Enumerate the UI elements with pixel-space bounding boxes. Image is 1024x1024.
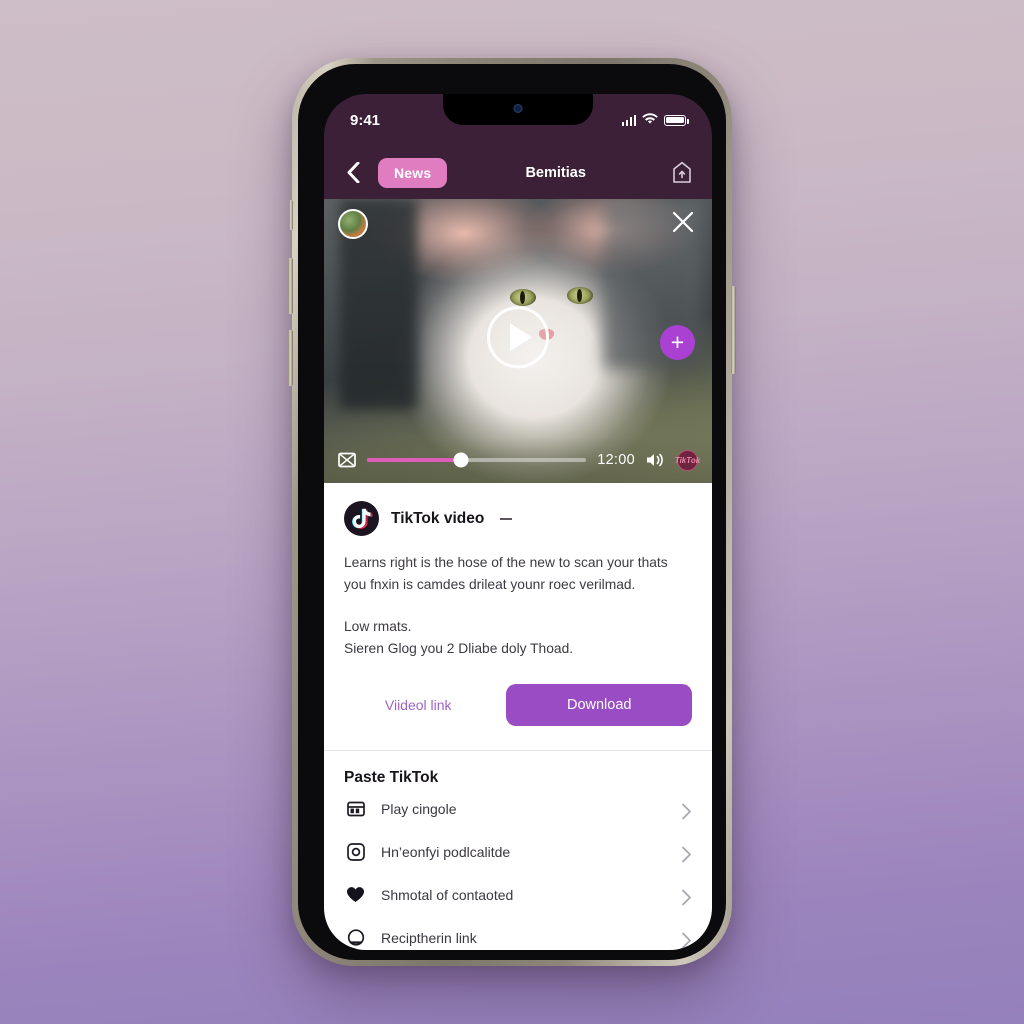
close-icon[interactable] xyxy=(670,209,696,235)
phone-screen: 9:41 News Bemitias + 12:00 TikTok TikTok… xyxy=(324,94,712,950)
silent-switch[interactable] xyxy=(289,200,293,230)
tiktok-header-row: TikTok video xyxy=(344,501,692,536)
volume-down-button[interactable] xyxy=(288,330,293,386)
chevron-right-icon xyxy=(681,932,692,949)
battery-icon xyxy=(664,114,689,126)
signal-bars-icon xyxy=(621,114,636,126)
list-item-label: Reciptherin link xyxy=(381,929,477,946)
closed-caption-icon[interactable] xyxy=(338,451,356,469)
share-upload-icon[interactable] xyxy=(672,161,694,185)
calendar-icon xyxy=(346,799,365,818)
play-button[interactable] xyxy=(487,306,549,369)
tiktok-badge[interactable]: TikTok xyxy=(675,449,700,471)
tiktok-video-title: TikTok video xyxy=(391,509,485,527)
seek-bar[interactable] xyxy=(367,452,587,468)
camera-icon xyxy=(346,842,365,861)
phone-bezel: 9:41 News Bemitias + 12:00 TikTok TikTok… xyxy=(298,64,726,960)
download-button[interactable]: Download xyxy=(506,684,692,726)
seek-handle[interactable] xyxy=(453,452,469,468)
list-item-label: Play cingole xyxy=(381,800,457,817)
list-item-label: Shmotal of contaoted xyxy=(381,886,514,903)
chat-icon xyxy=(346,928,365,947)
add-button[interactable]: + xyxy=(660,325,695,360)
status-time: 9:41 xyxy=(350,111,381,129)
list-item[interactable]: Play cingole xyxy=(344,787,692,830)
chevron-right-icon xyxy=(681,846,692,863)
seek-progress xyxy=(367,458,462,462)
info-section: TikTok video Learns right is the hose of… xyxy=(324,483,712,660)
chevron-right-icon xyxy=(681,803,692,820)
list-item[interactable]: Shmotal of contaoted xyxy=(344,873,692,916)
news-tab[interactable]: News xyxy=(378,157,448,188)
page-title: Bemitias xyxy=(525,164,586,181)
cat-eye-left xyxy=(510,289,536,306)
list-item-label: Hn’eonfyi podlcalitde xyxy=(381,843,511,860)
front-camera-icon xyxy=(513,104,523,113)
description-paragraph-2-line-1: Low rmats. xyxy=(344,619,412,634)
wifi-icon xyxy=(642,112,658,129)
back-button[interactable] xyxy=(342,162,364,184)
list-item[interactable]: Hn’eonfyi podlcalitde xyxy=(344,830,692,873)
time-label: 12:00 xyxy=(597,452,635,468)
list-section: Paste TikTok Play cingole Hn’eonfyi podl… xyxy=(324,751,712,950)
avatar[interactable] xyxy=(338,209,368,239)
power-button[interactable] xyxy=(731,286,736,374)
heart-icon xyxy=(346,885,365,904)
video-link-button[interactable]: Viideol link xyxy=(344,697,492,713)
action-row: Viideol link Download xyxy=(324,660,712,726)
video-controls: 12:00 TikTok xyxy=(324,437,712,483)
list-heading: Paste TikTok xyxy=(344,769,439,786)
minus-icon[interactable] xyxy=(500,517,513,520)
play-icon xyxy=(509,323,532,352)
content-card: TikTok video Learns right is the hose of… xyxy=(324,483,712,950)
tiktok-logo-icon xyxy=(344,501,379,536)
volume-icon[interactable] xyxy=(646,452,666,468)
chevron-right-icon xyxy=(681,889,692,906)
list-item[interactable]: Reciptherin link xyxy=(344,916,692,950)
app-header: News Bemitias xyxy=(324,146,712,199)
video-player[interactable]: + 12:00 TikTok xyxy=(324,199,712,483)
volume-up-button[interactable] xyxy=(288,258,293,314)
phone-frame: 9:41 News Bemitias + 12:00 TikTok TikTok… xyxy=(288,58,736,966)
description-paragraph-2-line-2: Sieren Glog you 2 Dliabe doly Thoad. xyxy=(344,641,574,656)
description-paragraph-1: Learns right is the hose of the new to s… xyxy=(344,555,668,592)
cat-eye-right xyxy=(567,287,593,304)
